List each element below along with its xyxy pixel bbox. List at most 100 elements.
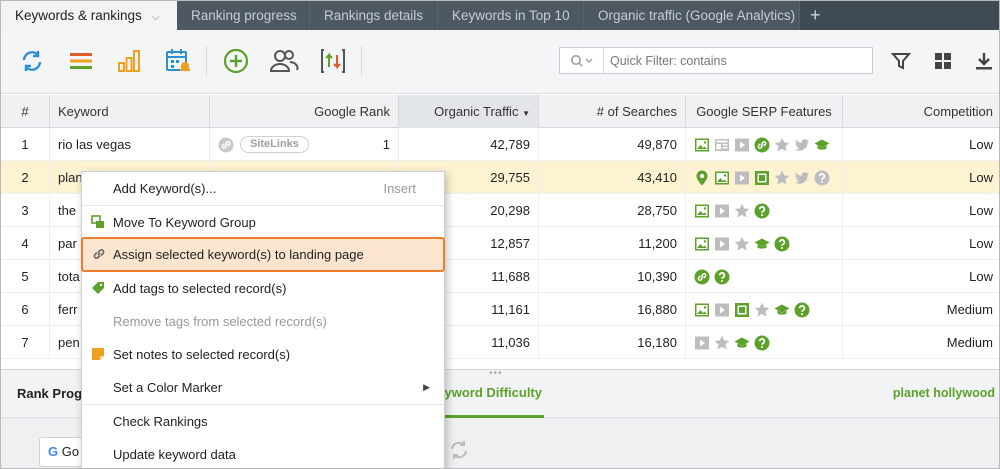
row-number: 7 [1, 326, 50, 359]
serp-star-icon [774, 137, 790, 153]
serp-image-icon [694, 236, 710, 252]
serp-question-icon [754, 335, 770, 351]
searches-cell: 11,200 [539, 227, 686, 260]
menu-item-set-notes[interactable]: Set notes to selected record(s) [82, 338, 444, 371]
column-header-serp-features[interactable]: Google SERP Features [686, 95, 843, 128]
serp-link-icon [694, 269, 710, 285]
serp-image-icon [694, 137, 710, 153]
tab-ranking-progress[interactable]: Ranking progress [177, 1, 310, 30]
note-icon [92, 348, 104, 360]
competition-cell: Low [969, 170, 993, 185]
sort-updown-icon[interactable] [316, 44, 350, 78]
serp-star-icon [754, 302, 770, 318]
organic-traffic-cell: 42,789 [399, 128, 539, 161]
serp-panel-icon [714, 137, 730, 153]
menu-item-remove-tags: Remove tags from selected record(s) [82, 305, 444, 338]
serp-video-icon [714, 236, 730, 252]
menu-item-label: Assign selected keyword(s) to landing pa… [113, 247, 364, 262]
row-number: 4 [1, 227, 50, 260]
download-icon[interactable] [967, 44, 999, 78]
menu-item-label: Remove tags from selected record(s) [113, 314, 327, 329]
tab-keywords-top10[interactable]: Keywords in Top 10 [438, 1, 584, 30]
table-row[interactable]: 1 rio las vegas SiteLinks 1 42,789 49,870 Low [1, 128, 999, 161]
menu-item-assign-landing-page[interactable]: Assign selected keyword(s) to landing pa… [81, 237, 445, 272]
competition-cell: Low [969, 269, 993, 284]
serp-image-icon [694, 203, 710, 219]
bar-chart-icon[interactable] [112, 44, 146, 78]
row-number: 5 [1, 260, 50, 293]
serp-question-icon [814, 170, 830, 186]
serp-image-icon [714, 170, 730, 186]
column-header-competition[interactable]: Competition [843, 95, 999, 128]
serp-twitter-icon [794, 170, 810, 186]
tab-keywords-rankings[interactable]: Keywords & rankings ⌵ [1, 1, 177, 30]
serp-star-icon [734, 236, 750, 252]
selected-keyword-label: planet hollywood [892, 386, 995, 400]
menu-item-label: Check Rankings [113, 414, 208, 429]
google-rank-cell: SiteLinks 1 [210, 128, 399, 161]
serp-features-cell [686, 293, 843, 326]
column-header-searches[interactable]: # of Searches [539, 95, 686, 128]
tab-keyword-difficulty[interactable]: eyword Difficulty [431, 370, 544, 418]
google-icon: G [48, 444, 59, 459]
row-number: 6 [1, 293, 50, 326]
serp-image-icon [694, 302, 710, 318]
serp-square-icon [754, 170, 770, 186]
quick-filter-input[interactable] [604, 53, 864, 68]
menu-item-label: Update keyword data [113, 447, 236, 462]
row-number: 1 [1, 128, 50, 161]
serp-question-icon [794, 302, 810, 318]
refresh-icon[interactable] [15, 44, 49, 78]
competition-cell: Low [969, 137, 993, 152]
users-icon[interactable] [267, 44, 301, 78]
filter-icon[interactable] [884, 44, 918, 78]
serp-cap-icon [774, 302, 790, 318]
menu-item-color-marker[interactable]: Set a Color Marker ▶ [82, 371, 444, 404]
column-header-number[interactable]: # [1, 95, 50, 128]
menu-item-add-keywords[interactable]: Add Keyword(s)... Insert [82, 172, 444, 205]
sort-descending-icon: ▼ [522, 109, 530, 118]
competition-cell: Low [969, 203, 993, 218]
keyword-cell: rio las vegas [50, 128, 210, 161]
sitelinks-label: SiteLinks [240, 136, 309, 153]
add-tab-button[interactable]: + [800, 1, 831, 30]
chevron-down-icon[interactable]: ⌵ [152, 12, 160, 23]
serp-features-cell [686, 326, 843, 359]
menu-item-shortcut: Insert [383, 181, 416, 196]
menu-item-label: Add Keyword(s)... [113, 181, 217, 196]
serp-features-cell [686, 128, 843, 161]
column-header-keyword[interactable]: Keyword [50, 95, 210, 128]
serp-video-icon [734, 137, 750, 153]
menu-item-label: Move To Keyword Group [113, 215, 256, 230]
serp-features-cell [686, 227, 843, 260]
row-number: 2 [1, 161, 50, 194]
menu-item-add-tags[interactable]: Add tags to selected record(s) [82, 272, 444, 305]
grid-icon[interactable] [926, 44, 960, 78]
search-icon[interactable] [560, 48, 604, 73]
table-header: # Keyword Google Rank Organic Traffic ▼ … [1, 95, 999, 128]
column-header-organic-traffic[interactable]: Organic Traffic ▼ [399, 95, 539, 128]
link-icon [218, 137, 234, 152]
serp-question-icon [714, 269, 730, 285]
searches-cell: 16,180 [539, 326, 686, 359]
calendar-alert-icon[interactable] [161, 44, 195, 78]
menu-item-check-rankings[interactable]: Check Rankings [82, 405, 444, 438]
menu-item-move-to-group[interactable]: Move To Keyword Group [82, 206, 444, 239]
row-number: 3 [1, 194, 50, 227]
refresh-icon[interactable] [449, 440, 469, 463]
serp-star-icon [714, 335, 730, 351]
toolbar [1, 30, 999, 94]
competition-cell: Medium [946, 335, 993, 350]
tab-organic-traffic[interactable]: Organic traffic (Google Analytics) [584, 1, 800, 30]
serp-features-cell [686, 194, 843, 227]
add-circle-icon[interactable] [219, 44, 253, 78]
toolbar-divider [206, 46, 207, 76]
list-icon[interactable] [64, 44, 98, 78]
serp-twitter-icon [794, 137, 810, 153]
serp-link-icon [754, 137, 770, 153]
column-header-google-rank[interactable]: Google Rank [210, 95, 399, 128]
serp-star-icon [734, 203, 750, 219]
menu-item-update-keyword-data[interactable]: Update keyword data [82, 438, 444, 468]
serp-features-cell [686, 161, 843, 194]
tab-rankings-details[interactable]: Rankings details [310, 1, 438, 30]
